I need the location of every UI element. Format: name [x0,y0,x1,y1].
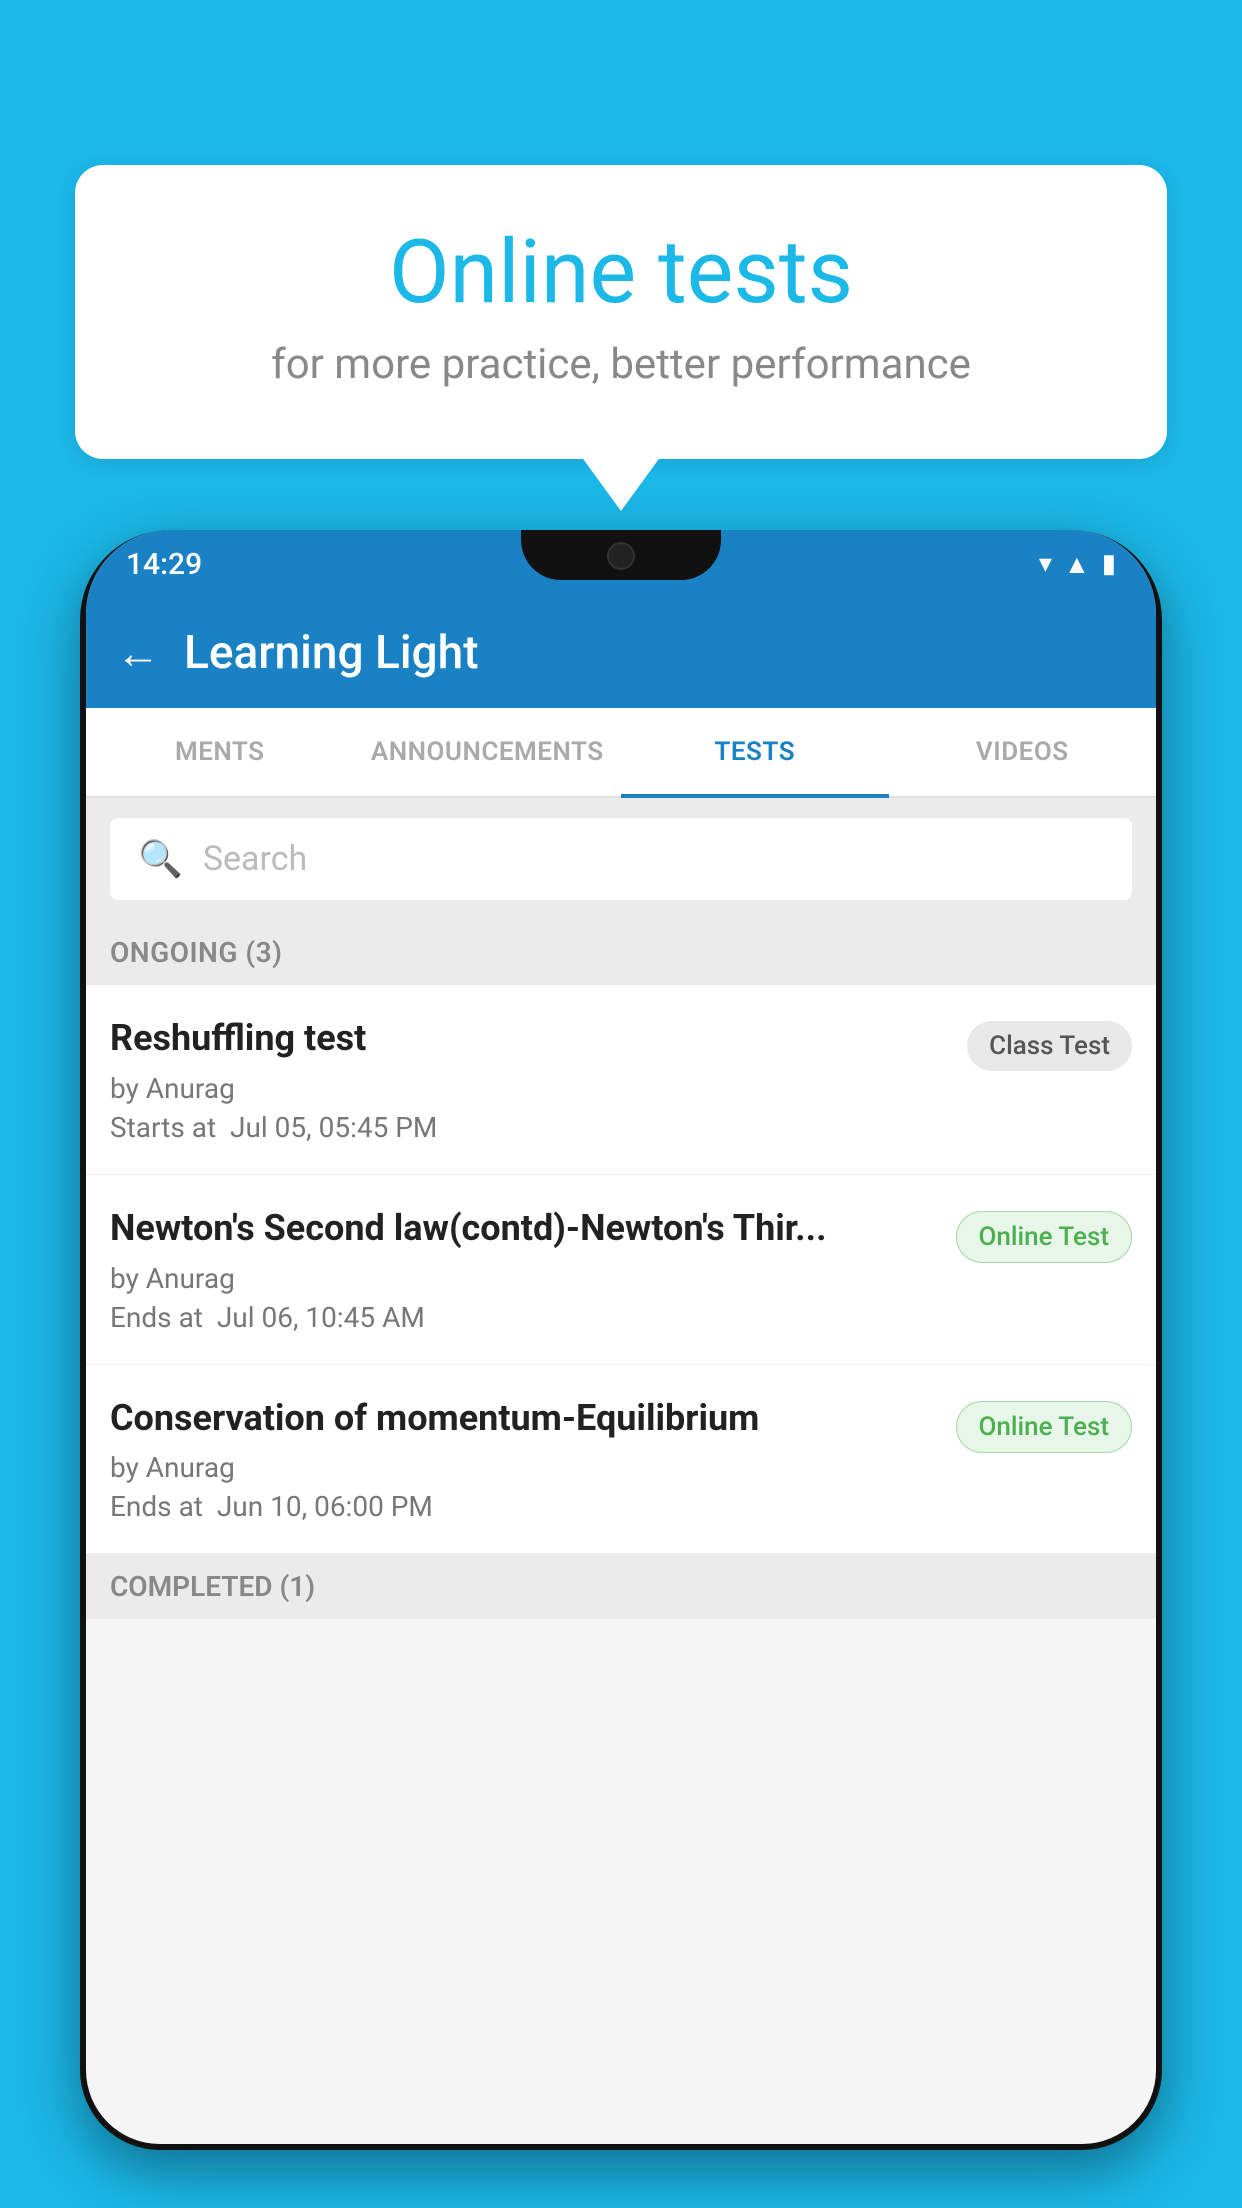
tabs-bar: MENTS ANNOUNCEMENTS TESTS VIDEOS [86,708,1156,798]
test-badge-1: Online Test [956,1211,1133,1263]
test-time-0: Starts at Jul 05, 05:45 PM [110,1111,951,1144]
wifi-icon: ▾ [1039,549,1052,579]
test-author-1: by Anurag [110,1262,940,1295]
search-container: 🔍 Search [86,798,1156,920]
speech-bubble: Online tests for more practice, better p… [75,165,1167,459]
test-time-2: Ends at Jun 10, 06:00 PM [110,1490,940,1523]
bubble-subtitle: for more practice, better performance [155,340,1087,389]
test-item-2[interactable]: Conservation of momentum-Equilibrium by … [86,1365,1156,1555]
status-time: 14:29 [126,547,202,582]
tab-videos[interactable]: VIDEOS [889,708,1157,796]
test-badge-2: Online Test [956,1401,1133,1453]
search-icon: 🔍 [138,838,183,880]
tab-announcements[interactable]: ANNOUNCEMENTS [354,708,622,796]
tab-tests[interactable]: TESTS [621,708,889,796]
phone-container: 14:29 ▾ ▲ ▮ ← Learning Light MENTS ANNOU… [80,530,1162,2208]
test-info-0: Reshuffling test by Anurag Starts at Jul… [110,1015,951,1144]
app-bar: ← Learning Light [86,598,1156,708]
phone-camera [607,542,635,570]
phone-screen: 14:29 ▾ ▲ ▮ ← Learning Light MENTS ANNOU… [86,530,1156,2144]
battery-icon: ▮ [1102,549,1116,579]
completed-section-header: COMPLETED (1) [86,1554,1156,1619]
search-bar[interactable]: 🔍 Search [110,818,1132,900]
test-author-2: by Anurag [110,1451,940,1484]
test-item-1[interactable]: Newton's Second law(contd)-Newton's Thir… [86,1175,1156,1365]
ongoing-section-header: ONGOING (3) [86,920,1156,985]
test-badge-0: Class Test [967,1021,1132,1071]
signal-icon: ▲ [1064,549,1090,580]
completed-section-title: COMPLETED (1) [110,1570,315,1603]
test-name-0: Reshuffling test [110,1015,951,1062]
tab-ments[interactable]: MENTS [86,708,354,796]
test-time-1: Ends at Jul 06, 10:45 AM [110,1301,940,1334]
test-item-0[interactable]: Reshuffling test by Anurag Starts at Jul… [86,985,1156,1175]
speech-bubble-container: Online tests for more practice, better p… [75,165,1167,459]
app-title: Learning Light [184,626,479,680]
test-info-1: Newton's Second law(contd)-Newton's Thir… [110,1205,940,1334]
bubble-title: Online tests [155,225,1087,322]
back-button[interactable]: ← [116,627,160,679]
ongoing-section-title: ONGOING (3) [110,936,282,969]
test-name-2: Conservation of momentum-Equilibrium [110,1395,940,1442]
phone-frame: 14:29 ▾ ▲ ▮ ← Learning Light MENTS ANNOU… [80,530,1162,2150]
test-list: Reshuffling test by Anurag Starts at Jul… [86,985,1156,1554]
test-info-2: Conservation of momentum-Equilibrium by … [110,1395,940,1524]
phone-notch [521,530,721,580]
test-author-0: by Anurag [110,1072,951,1105]
test-name-1: Newton's Second law(contd)-Newton's Thir… [110,1205,940,1252]
status-icons: ▾ ▲ ▮ [1039,549,1116,580]
search-placeholder: Search [203,839,307,879]
